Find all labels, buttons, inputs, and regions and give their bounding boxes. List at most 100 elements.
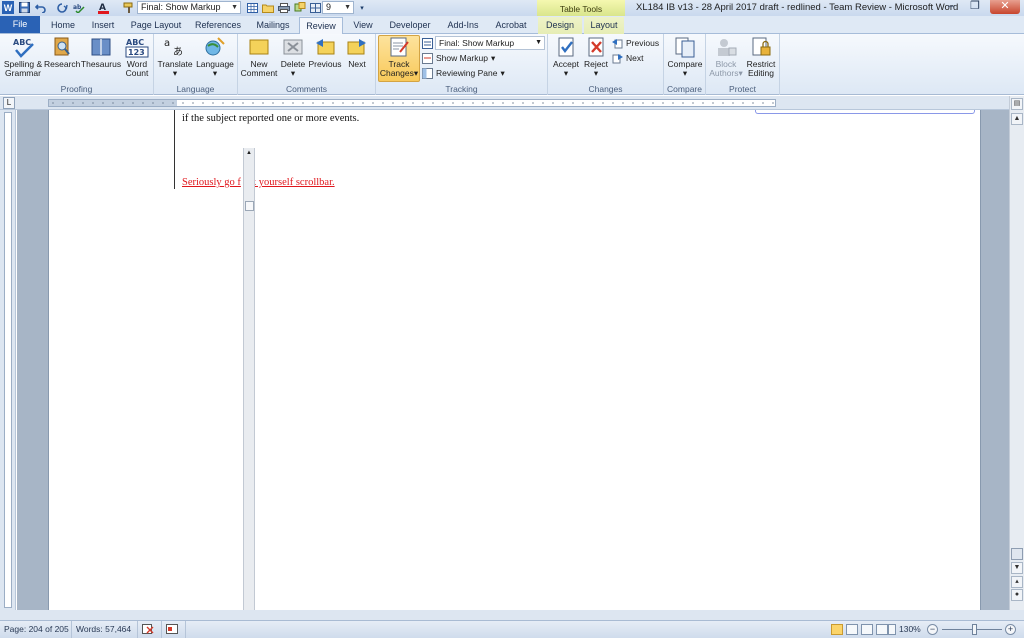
vertical-ruler — [0, 110, 16, 610]
vertical-ruler-strip[interactable] — [4, 112, 12, 608]
tab-mailings[interactable]: Mailings — [250, 17, 296, 34]
minimize-button[interactable]: – — [940, 0, 962, 14]
ruler-strip[interactable] — [48, 99, 776, 107]
stray-scrollbar[interactable]: ▲ — [243, 148, 255, 610]
document-text-line[interactable]: if the subject reported one or more even… — [182, 113, 359, 124]
protect-group-label: Protect — [729, 84, 756, 94]
next-change-icon — [612, 54, 623, 64]
outline-view-icon[interactable] — [876, 624, 888, 635]
next-change-button[interactable]: Next — [612, 52, 643, 65]
zoom-level[interactable]: 130% — [899, 621, 921, 638]
tools-icon[interactable] — [294, 1, 306, 14]
chevron-down-icon: ▾ — [172, 68, 178, 78]
chevron-down-icon: ▾ — [563, 68, 569, 78]
font-color-icon[interactable]: A — [96, 1, 110, 14]
display-for-review-select[interactable]: Final: Show Markup ▼ — [435, 36, 545, 50]
page-count[interactable]: Page: 204 of 205 — [0, 621, 72, 638]
undo-icon[interactable] — [34, 1, 48, 14]
tab-references[interactable]: References — [190, 17, 246, 34]
web-layout-view-icon[interactable] — [861, 624, 873, 635]
tab-insert[interactable]: Insert — [84, 17, 122, 34]
previous-change-button[interactable]: Previous — [612, 37, 659, 50]
restore-button[interactable]: ❐ — [964, 0, 986, 14]
markup-balloon[interactable] — [755, 110, 975, 114]
tab-selector-icon[interactable]: L — [3, 97, 15, 109]
draft-view-icon[interactable] — [888, 624, 896, 635]
research-book-icon — [54, 37, 70, 56]
spelling-quick-icon[interactable]: ab — [72, 1, 86, 14]
font-size-quick-select[interactable]: 9 ▼ — [322, 1, 354, 14]
close-button[interactable]: ✕ — [990, 0, 1020, 14]
previous-comment-button[interactable]: Previous — [308, 36, 342, 69]
tab-design[interactable]: Design — [538, 17, 582, 34]
group-compare: Compare ▾ Compare — [664, 34, 706, 95]
vertical-scrollbar[interactable]: ▤ ▲ ▼ ▴ ● — [1009, 96, 1024, 610]
macro-recording-icon[interactable] — [162, 621, 186, 638]
table-icon[interactable] — [246, 1, 258, 14]
word-count-button[interactable]: ABC 123 Word Count — [122, 36, 152, 78]
next-comment-button[interactable]: Next — [342, 36, 372, 69]
customize-quick-access-icon[interactable]: ▾ — [358, 1, 366, 14]
full-screen-reading-view-icon[interactable] — [846, 624, 858, 635]
display-for-review-quick-select[interactable]: Final: Show Markup ▼ — [137, 1, 241, 14]
font-size-value: 9 — [326, 2, 332, 12]
open-folder-icon[interactable] — [262, 1, 274, 14]
thesaurus-button[interactable]: Thesaurus — [80, 36, 122, 69]
tab-developer[interactable]: Developer — [384, 17, 436, 34]
reject-button[interactable]: Reject ▾ — [582, 36, 610, 78]
accept-button[interactable]: Accept ▾ — [550, 36, 582, 78]
language-button[interactable]: Language ▾ — [194, 36, 236, 78]
new-comment-button[interactable]: New Comment — [240, 36, 278, 78]
chevron-down-icon: ▾ — [682, 68, 688, 78]
word-logo-icon[interactable]: W — [2, 1, 14, 14]
svg-text:あ: あ — [173, 46, 183, 58]
zoom-in-button[interactable]: + — [1005, 624, 1016, 635]
show-markup-button[interactable]: Show Markup ▾ — [422, 52, 495, 65]
print-icon[interactable] — [278, 1, 290, 14]
save-icon[interactable] — [18, 1, 30, 14]
compare-button[interactable]: Compare ▾ — [666, 36, 704, 78]
tab-review[interactable]: Review — [299, 17, 343, 35]
block-authors-button[interactable]: Block Authors▾ — [708, 36, 744, 78]
redo-icon[interactable] — [56, 1, 68, 14]
print-layout-view-icon[interactable] — [831, 624, 843, 635]
thesaurus-label: Thesaurus — [80, 59, 122, 69]
track-changes-button[interactable]: Track Changes▾ — [378, 35, 420, 82]
tab-page-layout[interactable]: Page Layout — [126, 17, 186, 34]
show-markup-icon — [422, 53, 433, 64]
document-page[interactable]: if the subject reported one or more even… — [48, 110, 981, 610]
select-browse-object-icon[interactable]: ● — [1011, 589, 1023, 601]
scroll-up-arrow-icon[interactable]: ▲ — [244, 148, 254, 159]
spelling-grammar-button[interactable]: ABC Spelling & Grammar — [2, 36, 44, 78]
tab-home[interactable]: Home — [44, 17, 82, 34]
word-count[interactable]: Words: 57,464 — [72, 621, 138, 638]
format-painter-icon[interactable] — [122, 1, 136, 14]
scroll-up-icon[interactable]: ▲ — [1011, 113, 1023, 125]
delete-comment-button[interactable]: Delete ▾ — [278, 36, 308, 78]
restrict-editing-button[interactable]: Restrict Editing — [744, 36, 778, 78]
group-changes: Accept ▾ Reject ▾ Previous Next Changes — [548, 34, 664, 95]
previous-page-icon[interactable]: ▴ — [1011, 576, 1023, 588]
zoom-slider-handle[interactable] — [972, 624, 977, 635]
translate-button[interactable]: aあ Translate ▾ — [156, 36, 194, 78]
reviewing-pane-button[interactable]: Reviewing Pane ▾ — [422, 67, 505, 80]
view-ruler-icon[interactable]: ▤ — [1011, 98, 1023, 110]
tab-acrobat[interactable]: Acrobat — [490, 17, 532, 34]
group-tracking: Track Changes▾ Final: Show Markup ▼ Show… — [376, 34, 548, 95]
inserted-text-part-1: Seriously go f — [182, 177, 241, 188]
vertical-scroll-thumb[interactable] — [1011, 548, 1023, 560]
authors-label: Authors — [709, 68, 739, 78]
scroll-down-icon[interactable]: ▼ — [1011, 562, 1023, 574]
delete-comment-icon — [283, 39, 303, 55]
zoom-out-button[interactable]: − — [927, 624, 938, 635]
tab-add-ins[interactable]: Add-Ins — [440, 17, 486, 34]
inserted-text-line[interactable]: Seriously go f k yourself scrollbar. — [182, 177, 335, 188]
svg-text:ABC: ABC — [126, 38, 144, 47]
proofing-errors-icon[interactable] — [138, 621, 162, 638]
insert-table-icon[interactable] — [309, 1, 321, 14]
scroll-thumb[interactable] — [245, 201, 254, 211]
research-button[interactable]: Research — [44, 36, 80, 69]
tab-file[interactable]: File — [0, 16, 40, 33]
tab-layout[interactable]: Layout — [584, 17, 624, 34]
tab-view[interactable]: View — [346, 17, 380, 34]
